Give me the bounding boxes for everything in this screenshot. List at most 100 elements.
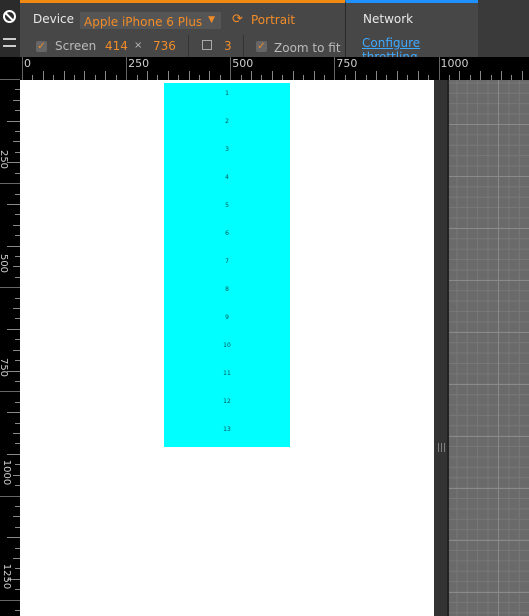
orientation-button[interactable]: Portrait (251, 13, 295, 27)
device-value: Apple iPhone 6 Plus (84, 15, 203, 29)
ruler-tick (251, 71, 253, 80)
ruler-tick (7, 412, 20, 414)
ruler-label: 750 (336, 57, 358, 70)
ruler-tick (271, 71, 273, 80)
ruler-tick (126, 57, 128, 80)
list-item: 1 (225, 90, 229, 97)
ruler-tick (0, 599, 20, 601)
ruler-tick (438, 57, 440, 80)
ruler-tick (13, 433, 20, 435)
ruler-tick (7, 537, 20, 539)
list-item: 2 (225, 118, 229, 125)
ruler-tick (188, 71, 190, 80)
ruler-tick (334, 57, 336, 80)
ruler-tick (521, 71, 523, 80)
times-sign: × (134, 40, 143, 51)
list-item: 11 (223, 370, 231, 377)
resize-grip-icon[interactable]: ||| (437, 443, 446, 453)
ruler-tick (7, 328, 20, 330)
ruler-label: 1000 (1, 459, 13, 485)
ruler-tick (13, 516, 20, 518)
ruler-tick (480, 71, 482, 80)
device-label: Device (33, 12, 75, 26)
ruler-tick (396, 71, 398, 80)
ruler-tick (7, 120, 20, 122)
device-toolbar: Device Apple iPhone 6 Plus ▼ ⟳ Portrait … (20, 0, 345, 57)
list-item: 7 (225, 258, 229, 265)
ruler-tick (13, 224, 20, 226)
list-item: 3 (225, 146, 229, 153)
ruler-label: 250 (0, 150, 10, 170)
list-item: 8 (225, 286, 229, 293)
ruler-tick (63, 71, 65, 80)
toolbar-spacer (478, 0, 529, 57)
screen-height-input[interactable]: 736 (153, 39, 176, 53)
zoom-to-fit-checkbox[interactable]: ✓ (256, 41, 267, 52)
background-grid (449, 80, 529, 616)
rotate-icon[interactable]: ⟳ (232, 12, 243, 27)
ruler-label: 500 (232, 57, 254, 70)
list-item: 4 (225, 174, 229, 181)
screen-width-input[interactable]: 414 (105, 39, 128, 53)
ruler-tick (0, 79, 20, 80)
list-item: 6 (225, 230, 229, 237)
pixel-ratio-icon (202, 40, 212, 50)
device-viewport: 1 2 3 4 5 6 7 8 9 10 11 12 13 (20, 80, 434, 616)
ruler-tick (7, 203, 20, 205)
ruler-label: 250 (128, 57, 150, 70)
ruler-tick (105, 71, 107, 80)
zoom-to-fit-label: Zoom to fit (274, 41, 341, 55)
screen-label: Screen (55, 39, 97, 53)
ruler-tick (7, 453, 20, 455)
dropdown-arrow-icon: ▼ (208, 15, 215, 25)
ruler-tick (84, 71, 86, 80)
screen-checkbox[interactable]: ✓ (36, 41, 47, 52)
list-item: 9 (225, 314, 229, 321)
ruler-tick (500, 71, 502, 80)
ruler-tick (209, 71, 211, 80)
list-item: 5 (225, 202, 229, 209)
list-item: 13 (223, 426, 231, 433)
block-icon[interactable] (3, 10, 16, 23)
left-tool-column (0, 0, 20, 57)
ruler-tick (417, 71, 419, 80)
ruler-tick (13, 141, 20, 143)
ruler-tick (13, 557, 20, 559)
ruler-tick (0, 287, 20, 289)
ruler-tick (167, 71, 169, 80)
list-item: 10 (223, 342, 231, 349)
ruler-tick (7, 245, 20, 247)
ruler-tick (13, 474, 20, 476)
ruler-tick (13, 266, 20, 268)
ruler-tick (230, 57, 232, 80)
vertical-ruler: 250 500 750 1000 1250 (0, 79, 20, 616)
ruler-tick (13, 308, 20, 310)
ruler-tick (13, 99, 20, 101)
ruler-tick (0, 391, 20, 393)
ruler-tick (0, 183, 20, 185)
ruler-label: 1250 (1, 563, 13, 589)
ruler-tick (376, 71, 378, 80)
horizontal-ruler: 0 250 500 750 1000 (20, 57, 529, 80)
pixel-ratio-input[interactable]: 3 (224, 39, 232, 53)
ruler-tick (459, 71, 461, 80)
device-select[interactable]: Apple iPhone 6 Plus ▼ (80, 12, 221, 29)
ruler-tick (13, 349, 20, 351)
ruler-label: 750 (0, 358, 10, 378)
ruler-tick (42, 71, 44, 80)
cyan-content-block: 1 2 3 4 5 6 7 8 9 10 11 12 13 (164, 83, 290, 447)
list-item: 12 (223, 398, 231, 405)
ruler-tick (146, 71, 148, 80)
ruler-tick (313, 71, 315, 80)
ruler-tick (292, 71, 294, 80)
media-query-icon[interactable] (3, 38, 16, 47)
ruler-tick (355, 71, 357, 80)
resize-handle[interactable] (434, 80, 449, 616)
ruler-label: 500 (0, 254, 10, 274)
ruler-label: 0 (24, 57, 31, 70)
ruler-label: 1000 (440, 57, 469, 70)
network-title: Network (363, 12, 414, 26)
ruler-tick (22, 57, 23, 80)
network-panel: Network Configure throttling (345, 0, 478, 64)
ruler-tick (0, 495, 20, 497)
